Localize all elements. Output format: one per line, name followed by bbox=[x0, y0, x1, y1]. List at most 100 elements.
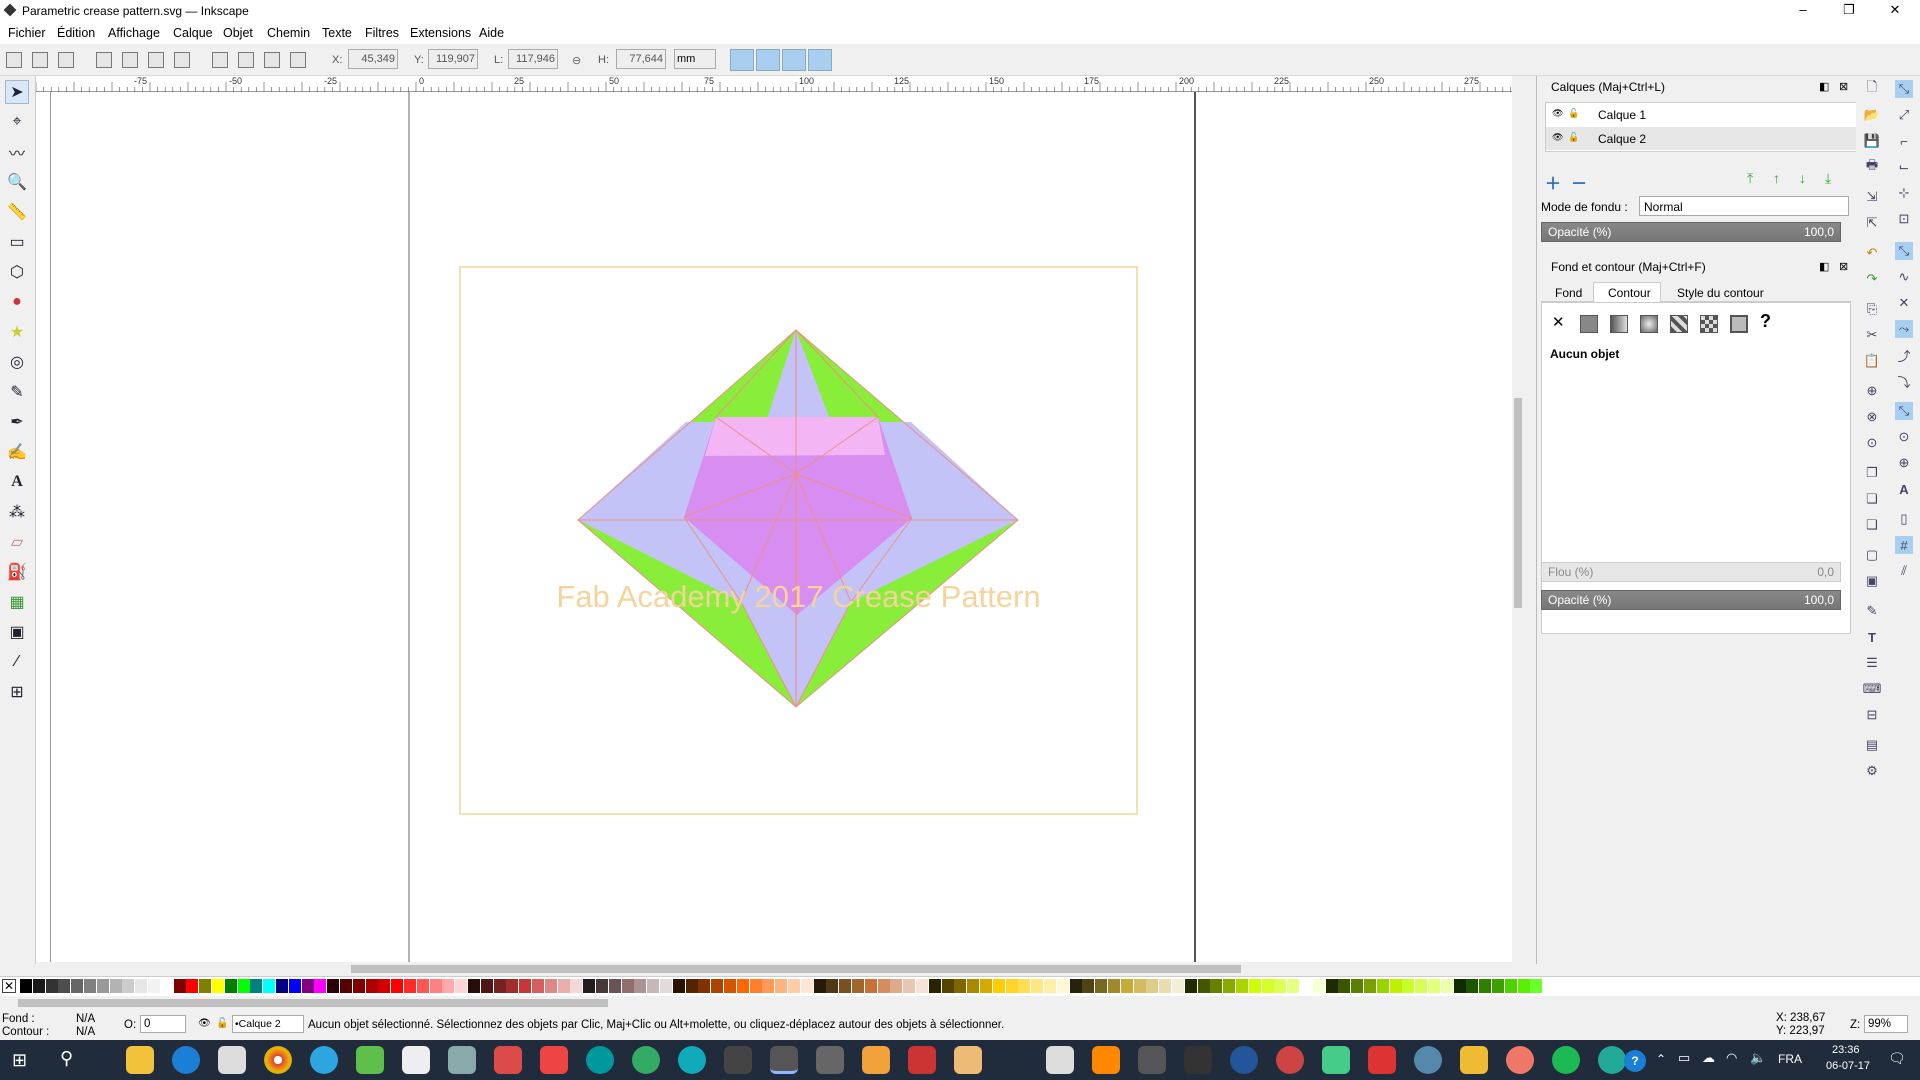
color-swatch[interactable] bbox=[647, 979, 660, 993]
connector-tool-icon[interactable]: ⊞ bbox=[5, 680, 29, 704]
gradient-tool-icon[interactable]: ▦ bbox=[5, 590, 29, 614]
color-swatch[interactable] bbox=[1402, 979, 1415, 993]
color-swatch[interactable] bbox=[1133, 979, 1146, 993]
color-swatch[interactable] bbox=[634, 979, 647, 993]
vlc-icon[interactable] bbox=[1092, 1046, 1120, 1074]
app-icon[interactable] bbox=[1322, 1046, 1350, 1074]
zoom-selection-icon[interactable]: ⊕ bbox=[1863, 382, 1881, 400]
text-tool-icon[interactable]: A bbox=[5, 470, 29, 494]
color-swatch[interactable] bbox=[173, 979, 186, 993]
pattern-icon[interactable] bbox=[1700, 315, 1718, 333]
color-swatch[interactable] bbox=[1453, 979, 1466, 993]
mesh-tool-icon[interactable]: ▣ bbox=[5, 620, 29, 644]
flip-horizontal-icon[interactable] bbox=[148, 52, 164, 68]
menu-objet[interactable]: Objet bbox=[223, 26, 253, 40]
measure-tool-icon[interactable]: 📏 bbox=[5, 200, 29, 224]
blend-mode-select[interactable]: Normal bbox=[1639, 196, 1849, 216]
app-icon[interactable] bbox=[1414, 1046, 1442, 1074]
color-swatch[interactable] bbox=[1172, 979, 1184, 993]
box-3d-tool-icon[interactable]: ⬡ bbox=[5, 260, 29, 284]
color-swatch[interactable] bbox=[903, 979, 916, 993]
battery-icon[interactable]: ▭ bbox=[1678, 1050, 1690, 1066]
horizontal-scroll-thumb[interactable] bbox=[351, 965, 1241, 973]
color-swatch[interactable] bbox=[109, 979, 122, 993]
help-icon[interactable]: ? bbox=[1624, 1050, 1646, 1072]
scale-corners-toggle[interactable] bbox=[756, 49, 780, 71]
cut-icon[interactable]: ✂ bbox=[1863, 326, 1881, 344]
color-swatch[interactable] bbox=[1197, 979, 1210, 993]
color-swatch[interactable] bbox=[1338, 979, 1351, 993]
color-swatch[interactable] bbox=[480, 979, 493, 993]
align-icon[interactable]: ⊟ bbox=[1863, 706, 1881, 724]
color-swatch[interactable] bbox=[1044, 979, 1056, 993]
flat-color-icon[interactable] bbox=[1580, 315, 1598, 333]
rectangle-tool-icon[interactable]: ▭ bbox=[5, 230, 29, 254]
snap-intersection-icon[interactable]: ✕ bbox=[1895, 294, 1913, 312]
mesh-gradient-icon[interactable] bbox=[1670, 315, 1688, 333]
rotate-cw-icon[interactable] bbox=[122, 52, 138, 68]
layers-icon[interactable]: ☰ bbox=[1863, 654, 1881, 672]
copy-icon[interactable]: ⎘ bbox=[1863, 300, 1881, 318]
inkscape-taskbar-icon[interactable] bbox=[770, 1046, 798, 1074]
arduino-icon[interactable] bbox=[586, 1046, 614, 1074]
node-tool-icon[interactable]: ⌖ bbox=[5, 110, 29, 134]
menu-fichier[interactable]: Fichier bbox=[8, 26, 46, 40]
color-swatch[interactable] bbox=[1210, 979, 1223, 993]
no-color-swatch-icon[interactable]: ✕ bbox=[2, 979, 16, 993]
ungroup-icon[interactable]: ▣ bbox=[1863, 572, 1881, 590]
snap-bbox-icon[interactable]: ⤢ bbox=[1895, 106, 1913, 124]
color-swatch[interactable] bbox=[736, 979, 749, 993]
clone-icon[interactable]: ❏ bbox=[1863, 490, 1881, 508]
blur-slider[interactable]: Flou (%) 0,0 bbox=[1541, 562, 1841, 582]
color-swatch[interactable] bbox=[429, 979, 442, 993]
unlink-clone-icon[interactable]: ❑ bbox=[1863, 516, 1881, 534]
zoom-drawing-icon[interactable]: ⊗ bbox=[1863, 408, 1881, 426]
color-swatch[interactable] bbox=[314, 979, 327, 993]
menu-texte[interactable]: Texte bbox=[322, 26, 352, 40]
color-swatch[interactable] bbox=[442, 979, 455, 993]
tweak-tool-icon[interactable]: 〰 bbox=[5, 140, 29, 164]
color-swatch[interactable] bbox=[32, 979, 45, 993]
fill-indicator-value[interactable]: N/A bbox=[76, 1013, 95, 1025]
snap-text-baseline-icon[interactable]: A bbox=[1895, 480, 1913, 498]
photos-icon[interactable] bbox=[402, 1046, 430, 1074]
unit-select[interactable]: mm bbox=[674, 49, 716, 69]
fill-stroke-icon[interactable]: ✎ bbox=[1863, 602, 1881, 620]
open-icon[interactable]: 📂 bbox=[1863, 106, 1881, 124]
text-font-icon[interactable]: T bbox=[1863, 628, 1881, 646]
color-swatch[interactable] bbox=[1223, 979, 1236, 993]
import-icon[interactable]: ⇲ bbox=[1863, 188, 1881, 206]
eye-icon[interactable]: 👁 bbox=[1552, 108, 1563, 119]
color-swatch[interactable] bbox=[1376, 979, 1389, 993]
color-swatch[interactable] bbox=[122, 979, 135, 993]
volume-icon[interactable]: 🔈 bbox=[1750, 1050, 1766, 1066]
color-swatch[interactable] bbox=[237, 979, 250, 993]
add-layer-icon[interactable]: ＋ bbox=[1545, 170, 1561, 194]
panel-collapse-icon[interactable]: ◧ bbox=[1819, 260, 1829, 273]
color-swatch[interactable] bbox=[160, 979, 173, 993]
paste-icon[interactable]: 📋 bbox=[1863, 352, 1881, 370]
color-swatch[interactable] bbox=[1428, 979, 1440, 993]
panel-close-icon[interactable]: ⊠ bbox=[1839, 260, 1848, 273]
app-icon[interactable] bbox=[954, 1046, 982, 1074]
color-swatch[interactable] bbox=[212, 979, 224, 993]
snap-bbox-center-icon[interactable]: ⊡ bbox=[1895, 210, 1913, 228]
radial-gradient-icon[interactable] bbox=[1640, 315, 1658, 333]
pen-tool-icon[interactable]: ✒ bbox=[5, 410, 29, 434]
color-swatch[interactable] bbox=[1159, 979, 1172, 993]
color-swatch[interactable] bbox=[186, 979, 199, 993]
color-swatch[interactable] bbox=[1056, 979, 1069, 993]
calculator-icon[interactable] bbox=[1046, 1046, 1074, 1074]
color-swatch[interactable] bbox=[941, 979, 954, 993]
y-field[interactable]: 119,907 bbox=[428, 49, 478, 69]
tray-chevron-icon[interactable]: ⌃ bbox=[1656, 1052, 1666, 1066]
color-swatch[interactable] bbox=[685, 979, 698, 993]
selector-tool-icon[interactable]: ➤ bbox=[5, 80, 29, 104]
top-ruler[interactable]: -75 -50 -25 0 25 50 75 100 125 150 175 200 225 250 275 bbox=[36, 76, 1512, 92]
color-swatch[interactable] bbox=[391, 979, 404, 993]
clock-date[interactable]: 06-07-17 bbox=[1826, 1060, 1870, 1072]
app-icon[interactable] bbox=[540, 1046, 568, 1074]
color-swatch[interactable] bbox=[698, 979, 711, 993]
spray-tool-icon[interactable]: ⁂ bbox=[5, 500, 29, 524]
color-swatch[interactable] bbox=[135, 979, 148, 993]
